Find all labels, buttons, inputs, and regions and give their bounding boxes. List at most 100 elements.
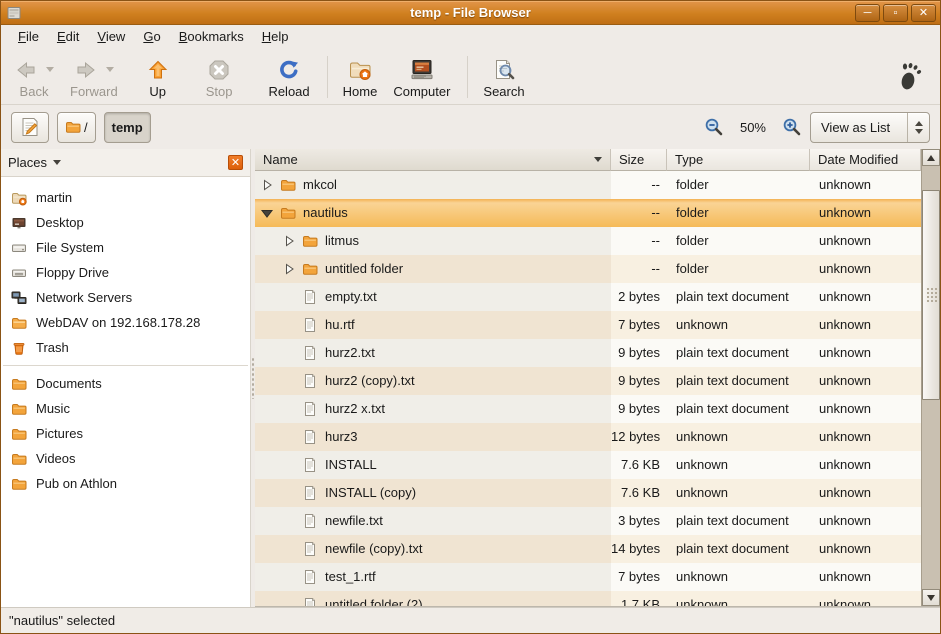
file-type-icon	[280, 205, 296, 221]
menu-file[interactable]: File	[9, 25, 48, 49]
back-dropdown-chevron[interactable]	[46, 67, 54, 72]
scrollbar-trough[interactable]	[922, 166, 940, 589]
sidebar-item-martin[interactable]: martin	[1, 185, 250, 210]
table-row[interactable]: empty.txt 2 bytes plain text document un…	[255, 283, 921, 311]
home-button[interactable]: Home	[336, 54, 385, 100]
sidebar-item-pub-on-athlon[interactable]: Pub on Athlon	[1, 471, 250, 496]
table-row[interactable]: hurz2 x.txt 9 bytes plain text document …	[255, 395, 921, 423]
expander-icon[interactable]	[282, 430, 296, 444]
column-header-size[interactable]: Size	[611, 149, 667, 171]
table-row[interactable]: hurz2.txt 9 bytes plain text document un…	[255, 339, 921, 367]
titlebar[interactable]: temp - File Browser ─ ▫ ✕	[1, 1, 940, 25]
table-row[interactable]: newfile (copy).txt 14 bytes plain text d…	[255, 535, 921, 563]
place-label: Trash	[36, 340, 69, 355]
table-row[interactable]: untitled folder (2) 1.7 KB unknown unkno…	[255, 591, 921, 606]
forward-dropdown-chevron[interactable]	[106, 67, 114, 72]
expander-icon[interactable]	[282, 514, 296, 528]
close-button[interactable]: ✕	[911, 4, 936, 22]
sidebar-item-videos[interactable]: Videos	[1, 446, 250, 471]
file-type-icon	[302, 345, 318, 361]
sidebar-item-file-system[interactable]: File System	[1, 235, 250, 260]
computer-label: Computer	[393, 84, 450, 99]
places-selector[interactable]: Places	[8, 155, 61, 170]
search-button[interactable]: Search	[476, 54, 531, 100]
expander-icon[interactable]	[282, 318, 296, 332]
root-path-button[interactable]: /	[57, 112, 96, 143]
scrollbar-thumb[interactable]	[922, 190, 940, 400]
scroll-up-button[interactable]	[922, 149, 940, 166]
menu-bookmarks[interactable]: Bookmarks	[170, 25, 253, 49]
up-button[interactable]: Up	[139, 54, 177, 100]
sidebar-item-pictures[interactable]: Pictures	[1, 421, 250, 446]
expander-icon[interactable]	[260, 206, 274, 220]
pane-splitter[interactable]	[251, 149, 255, 607]
expander-icon[interactable]	[282, 458, 296, 472]
file-name: empty.txt	[325, 283, 377, 311]
table-row[interactable]: hurz3 12 bytes unknown unknown	[255, 423, 921, 451]
expander-icon[interactable]	[282, 346, 296, 360]
sidebar-item-network-servers[interactable]: Network Servers	[1, 285, 250, 310]
expander-icon[interactable]	[282, 262, 296, 276]
sidebar-item-floppy-drive[interactable]: Floppy Drive	[1, 260, 250, 285]
table-row[interactable]: untitled folder -- folder unknown	[255, 255, 921, 283]
expander-icon[interactable]	[260, 178, 274, 192]
stop-button[interactable]: Stop	[199, 54, 240, 100]
menu-edit[interactable]: Edit	[48, 25, 88, 49]
menu-help[interactable]: Help	[253, 25, 298, 49]
zoom-in-icon[interactable]	[782, 117, 802, 137]
maximize-button[interactable]: ▫	[883, 4, 908, 22]
table-row[interactable]: nautilus -- folder unknown	[255, 199, 921, 227]
table-row[interactable]: INSTALL (copy) 7.6 KB unknown unknown	[255, 479, 921, 507]
place-label: Network Servers	[36, 290, 132, 305]
expander-icon[interactable]	[282, 402, 296, 416]
place-label: Pictures	[36, 426, 83, 441]
expander-icon[interactable]	[282, 486, 296, 500]
close-sidebar-button[interactable]: ✕	[228, 155, 243, 170]
current-path-button[interactable]: temp	[104, 112, 151, 143]
sidebar-item-trash[interactable]: Trash	[1, 335, 250, 360]
scroll-down-button[interactable]	[922, 589, 940, 606]
view-mode-select[interactable]: View as List	[810, 112, 930, 143]
reload-button[interactable]: Reload	[261, 54, 316, 100]
expander-icon[interactable]	[282, 598, 296, 606]
table-row[interactable]: INSTALL 7.6 KB unknown unknown	[255, 451, 921, 479]
place-label: Desktop	[36, 215, 84, 230]
expander-icon[interactable]	[282, 234, 296, 248]
sidebar-item-music[interactable]: Music	[1, 396, 250, 421]
forward-button[interactable]: Forward	[63, 54, 125, 100]
menu-view[interactable]: View	[88, 25, 134, 49]
up-label: Up	[149, 84, 166, 99]
places-list: martin Desktop File System Floppy Drive …	[1, 177, 250, 496]
expander-icon[interactable]	[282, 290, 296, 304]
table-row[interactable]: litmus -- folder unknown	[255, 227, 921, 255]
table-row[interactable]: hurz2 (copy).txt 9 bytes plain text docu…	[255, 367, 921, 395]
table-row[interactable]: test_1.rtf 7 bytes unknown unknown	[255, 563, 921, 591]
file-size: 9 bytes	[611, 395, 667, 423]
edit-location-button[interactable]	[11, 112, 49, 143]
expander-icon[interactable]	[282, 570, 296, 584]
computer-button[interactable]: Computer	[386, 54, 457, 100]
file-date-modified: unknown	[810, 255, 921, 283]
file-size: --	[611, 171, 667, 199]
sidebar-item-documents[interactable]: Documents	[1, 371, 250, 396]
file-type-icon	[302, 569, 318, 585]
table-row[interactable]: hu.rtf 7 bytes unknown unknown	[255, 311, 921, 339]
column-header-name[interactable]: Name	[255, 149, 611, 171]
expander-icon[interactable]	[282, 374, 296, 388]
column-header-type[interactable]: Type	[667, 149, 810, 171]
place-icon	[11, 376, 27, 392]
back-button[interactable]: Back	[7, 54, 61, 100]
menu-go[interactable]: Go	[134, 25, 169, 49]
zoom-out-icon[interactable]	[704, 117, 724, 137]
column-header-date-modified[interactable]: Date Modified	[810, 149, 921, 171]
expander-icon[interactable]	[282, 542, 296, 556]
place-icon	[11, 340, 27, 356]
vertical-scrollbar[interactable]	[921, 149, 940, 606]
table-row[interactable]: newfile.txt 3 bytes plain text document …	[255, 507, 921, 535]
sidebar-item-desktop[interactable]: Desktop	[1, 210, 250, 235]
table-row[interactable]: mkcol -- folder unknown	[255, 171, 921, 199]
sidebar-item-webdav-on-192-168-178-28[interactable]: WebDAV on 192.168.178.28	[1, 310, 250, 335]
file-size: 9 bytes	[611, 367, 667, 395]
minimize-button[interactable]: ─	[855, 4, 880, 22]
place-icon	[11, 265, 27, 281]
